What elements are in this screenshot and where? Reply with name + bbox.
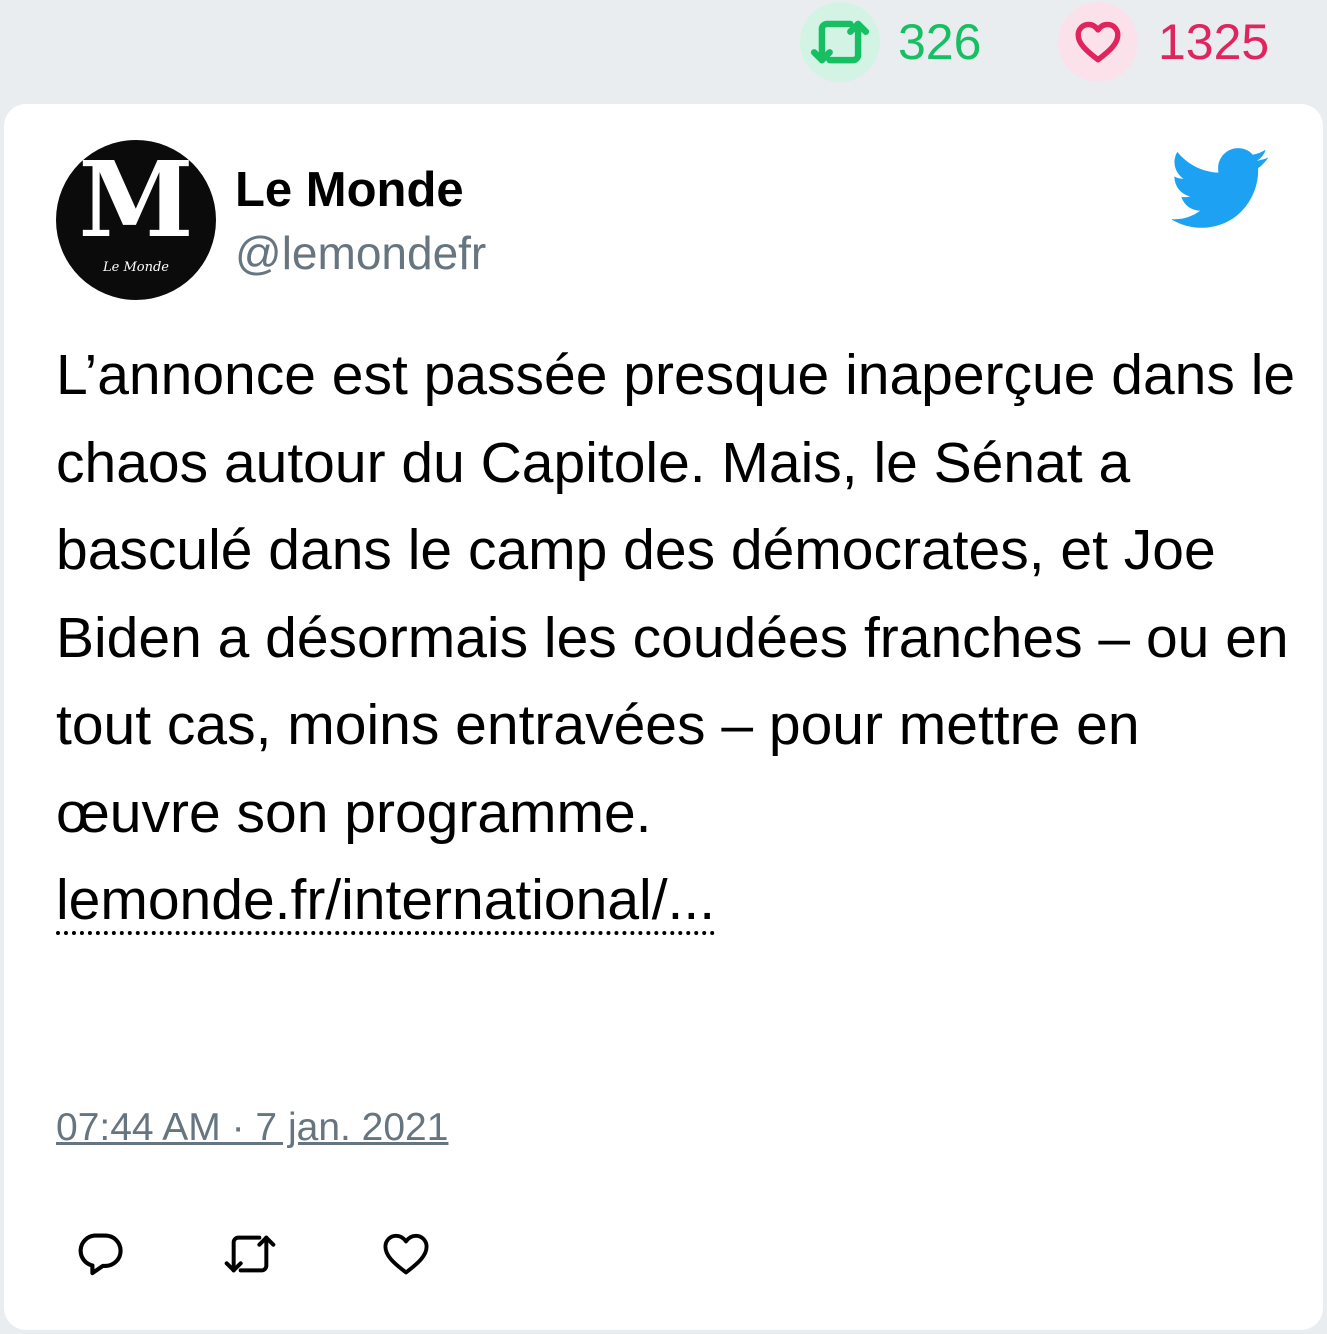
- tweet-text: L’annonce est passée presque inaperçue d…: [56, 343, 1296, 845]
- heart-icon: [1058, 2, 1138, 82]
- like-stat[interactable]: 1325: [1058, 2, 1269, 82]
- reply-icon[interactable]: [72, 1226, 128, 1282]
- avatar[interactable]: M Le Monde: [56, 140, 216, 300]
- like-count: 1325: [1158, 14, 1270, 70]
- retweet-icon: [800, 2, 880, 82]
- retweet-action-icon[interactable]: [222, 1226, 278, 1282]
- tweet-body: L’annonce est passée presque inaperçue d…: [56, 332, 1296, 945]
- tweet-timestamp[interactable]: 07:44 AM · 7 jan. 2021: [56, 1108, 448, 1147]
- tweet-card: M Le Monde Le Monde @lemondefr L’annonce…: [4, 104, 1323, 1330]
- like-icon[interactable]: [378, 1226, 434, 1282]
- author-name[interactable]: Le Monde: [235, 166, 464, 215]
- author-handle[interactable]: @lemondefr: [235, 230, 486, 276]
- tweet-link[interactable]: lemonde.fr/international/...: [56, 869, 716, 935]
- engagement-stats: 326 1325: [0, 0, 1327, 100]
- retweet-stat[interactable]: 326: [800, 2, 981, 82]
- retweet-count: 326: [898, 14, 982, 70]
- avatar-logo-caption: Le Monde: [103, 260, 169, 275]
- avatar-logo-letter: M: [78, 140, 194, 261]
- twitter-bird-icon[interactable]: [1170, 148, 1270, 230]
